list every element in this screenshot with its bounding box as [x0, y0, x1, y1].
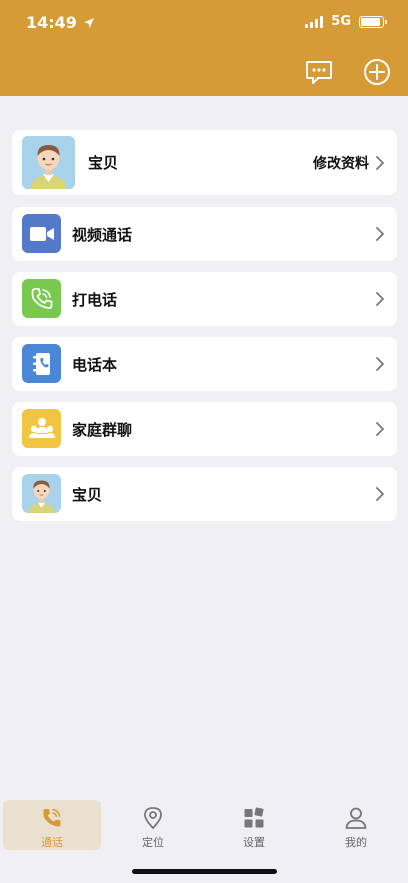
tab-mine[interactable]: 我的 — [307, 800, 405, 850]
status-indicators: 5G — [305, 14, 387, 29]
profile-card[interactable]: 宝贝 修改资料 — [12, 130, 397, 195]
menu-label: 宝贝 — [72, 485, 103, 504]
menu-label: 视频通话 — [72, 225, 133, 244]
tab-settings[interactable]: 设置 — [205, 800, 303, 850]
chevron-right-icon — [376, 487, 384, 501]
menu-label: 打电话 — [72, 290, 118, 309]
tab-calls[interactable]: 通话 — [3, 800, 101, 850]
location-arrow-icon — [83, 17, 94, 28]
chevron-right-icon — [376, 292, 384, 306]
child-avatar-icon — [22, 474, 61, 513]
home-indicator — [132, 869, 277, 874]
settings-grid-icon — [244, 807, 264, 828]
menu-item-family-chat[interactable]: 家庭群聊 — [12, 402, 397, 456]
phone-call-icon — [43, 808, 61, 827]
chevron-right-icon — [376, 422, 384, 436]
tab-label: 我的 — [345, 836, 367, 849]
tab-label: 通话 — [41, 836, 63, 849]
status-time-text: 14:49 — [26, 13, 77, 32]
contacts-book-icon — [22, 344, 61, 383]
location-pin-icon — [144, 807, 162, 829]
profile-name: 宝贝 — [88, 154, 119, 172]
tab-location[interactable]: 定位 — [104, 800, 202, 850]
status-time: 14:49 — [26, 13, 95, 32]
chat-bubble-icon[interactable] — [305, 58, 333, 86]
phone-icon — [22, 279, 61, 318]
battery-icon — [359, 15, 387, 28]
chevron-right-icon — [376, 227, 384, 241]
tab-label: 设置 — [243, 836, 265, 849]
signal-icon — [305, 15, 324, 28]
menu-label: 电话本 — [72, 355, 118, 374]
plus-circle-icon[interactable] — [363, 58, 391, 86]
child-avatar — [22, 136, 75, 189]
menu-item-child[interactable]: 宝贝 — [12, 467, 397, 521]
person-icon — [345, 807, 367, 829]
chevron-right-icon — [376, 357, 384, 371]
menu-item-call[interactable]: 打电话 — [12, 272, 397, 326]
menu-item-video-call[interactable]: 视频通话 — [12, 207, 397, 261]
tab-label: 定位 — [142, 836, 164, 849]
menu-item-phonebook[interactable]: 电话本 — [12, 337, 397, 391]
top-header: 14:49 5G — [0, 0, 408, 96]
edit-profile-link[interactable]: 修改资料 — [313, 153, 369, 173]
chevron-right-icon — [376, 155, 384, 170]
family-group-icon — [22, 409, 61, 448]
network-type: 5G — [331, 14, 351, 29]
menu-label: 家庭群聊 — [72, 420, 133, 439]
video-camera-icon — [22, 214, 61, 253]
